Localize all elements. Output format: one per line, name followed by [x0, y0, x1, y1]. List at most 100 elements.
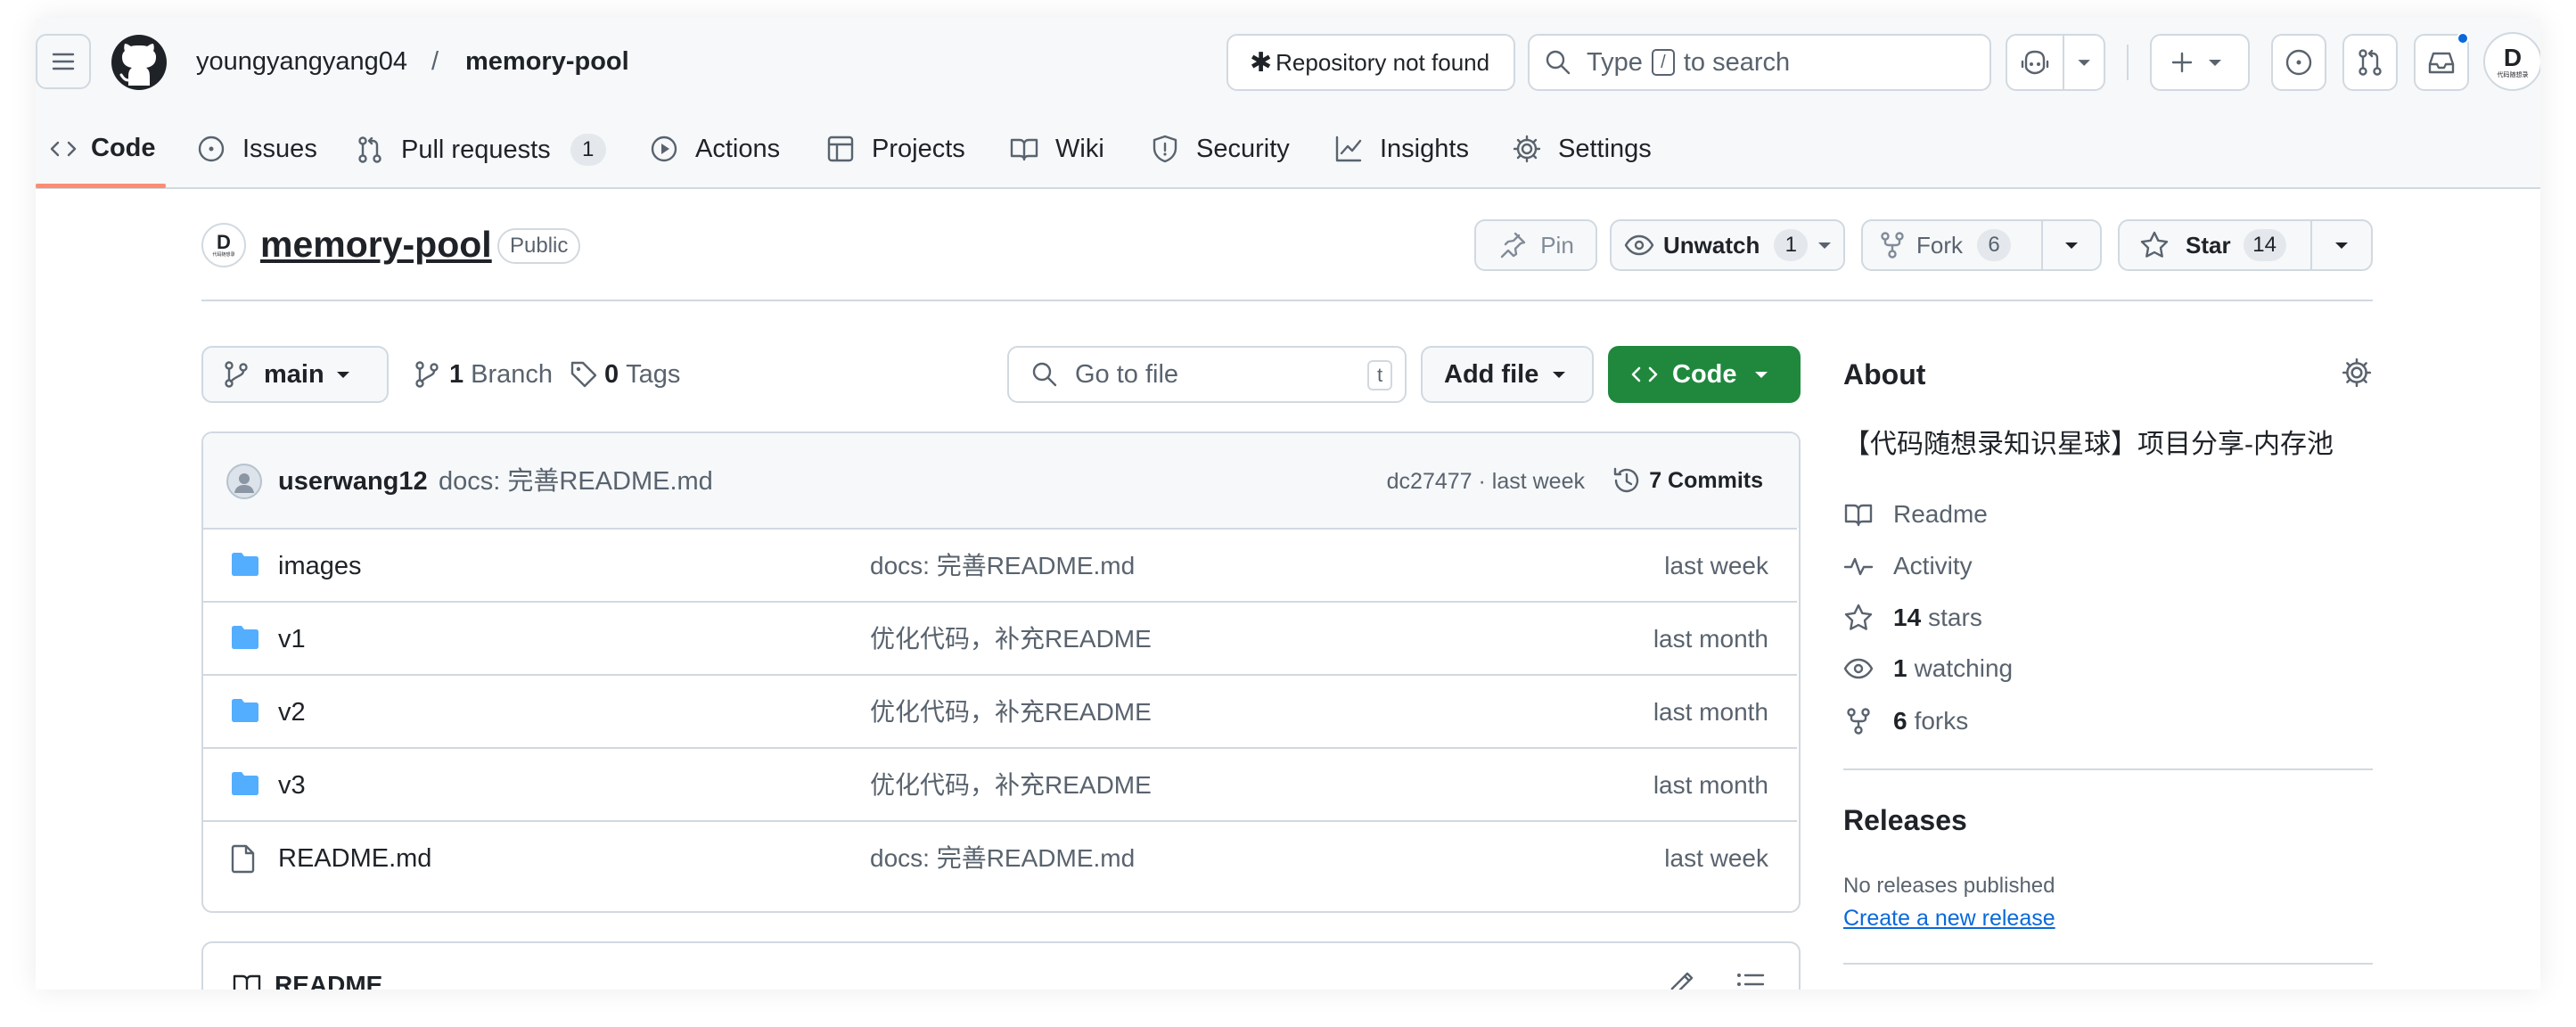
spark-icon: ✱: [1250, 47, 1273, 78]
file-name[interactable]: v1: [278, 627, 306, 653]
tab-wiki[interactable]: Wiki: [1009, 134, 1104, 164]
code-dropdown-button[interactable]: Code: [1608, 346, 1801, 403]
file-commit-message[interactable]: docs: 完善README.md: [870, 554, 1135, 579]
owner-link[interactable]: youngyangyang04: [196, 49, 407, 75]
commits-link[interactable]: 7 Commits: [1612, 465, 1763, 496]
file-row[interactable]: README.md docs: 完善README.md last week: [203, 820, 1797, 893]
file-commit-message[interactable]: 优化代码，补充README: [870, 773, 1152, 798]
book-icon: [1010, 138, 1038, 161]
tab-actions[interactable]: Actions: [649, 134, 780, 164]
go-to-file-input[interactable]: Go to file t: [1007, 346, 1407, 403]
file-row[interactable]: v3 优化代码，补充README last month: [203, 747, 1797, 820]
file-name[interactable]: README.md: [278, 846, 431, 872]
plus-icon: [2171, 52, 2193, 73]
repo-title[interactable]: memory-pool: [260, 226, 492, 263]
history-icon: [1613, 467, 1639, 493]
tab-settings-label: Settings: [1558, 134, 1652, 163]
file-row[interactable]: v2 优化代码，补充README last month: [203, 674, 1797, 747]
git-branch-icon: [225, 361, 248, 388]
git-branch-icon: [415, 361, 439, 388]
create-new-button[interactable]: [2150, 34, 2250, 91]
about-description: 【代码随想录知识星球】项目分享-内存池: [1843, 430, 2334, 459]
git-pull-request-icon: [358, 136, 381, 163]
activity-link[interactable]: Activity: [1843, 551, 1973, 581]
forks-link[interactable]: 6 forks: [1843, 706, 1968, 736]
readme-box: README: [201, 941, 1801, 990]
code-button-label: Code: [1672, 359, 1737, 389]
tab-security[interactable]: Security: [1150, 134, 1290, 164]
commit-author-avatar[interactable]: [226, 464, 262, 499]
github-logo-icon[interactable]: [111, 34, 168, 91]
go-to-file-shortcut: t: [1367, 360, 1392, 390]
search-shortcut-key: /: [1651, 49, 1675, 76]
watching-label: watching: [1914, 654, 2014, 682]
user-avatar[interactable]: D 代码随想录: [2483, 32, 2540, 91]
about-title: About: [1843, 358, 1926, 390]
copilot-button[interactable]: [2006, 34, 2105, 91]
repository-not-found-button[interactable]: ✱ Repository not found: [1226, 34, 1515, 91]
file-commit-message[interactable]: 优化代码，补充README: [870, 627, 1152, 652]
no-releases-text: No releases published: [1843, 874, 2055, 898]
tags-link[interactable]: 0 Tags: [569, 359, 680, 390]
pull-requests-count: 1: [570, 134, 606, 166]
readme-link[interactable]: Readme: [1843, 499, 1988, 530]
pencil-icon[interactable]: [1665, 968, 1697, 990]
repo-head-divider: [201, 300, 2373, 301]
add-file-button[interactable]: Add file: [1421, 346, 1594, 403]
star-icon: [1844, 604, 1873, 630]
menu-button[interactable]: [36, 34, 91, 89]
tab-issues[interactable]: Issues: [196, 134, 317, 164]
code-icon: [1631, 366, 1658, 382]
git-pull-request-icon: [2359, 49, 2382, 76]
chevron-down-icon: [2335, 242, 2348, 249]
tab-insights[interactable]: Insights: [1333, 134, 1469, 164]
stars-link[interactable]: 14 stars: [1843, 603, 1982, 633]
releases-divider: [1843, 963, 2373, 965]
issues-button[interactable]: [2271, 34, 2326, 91]
repo-link[interactable]: memory-pool: [465, 49, 629, 75]
watching-count: 1: [1893, 654, 1907, 682]
unwatch-button[interactable]: Unwatch 1: [1610, 219, 1845, 271]
pin-button[interactable]: Pin: [1474, 219, 1597, 271]
hamburger-icon: [52, 53, 75, 70]
gear-icon[interactable]: [2341, 357, 2373, 389]
tab-issues-label: Issues: [242, 134, 317, 163]
tab-projects-label: Projects: [872, 134, 965, 163]
commit-hash-time[interactable]: dc27477 · last week: [1387, 471, 1585, 493]
pull-requests-button[interactable]: [2342, 34, 2398, 91]
unwatch-label: Unwatch: [1663, 231, 1760, 259]
pin-icon: [1501, 232, 1526, 259]
fork-button[interactable]: Fork 6: [1861, 219, 2102, 271]
go-to-file-placeholder: Go to file: [1075, 359, 1179, 389]
file-row[interactable]: images docs: 完善README.md last week: [203, 528, 1797, 601]
create-release-link[interactable]: Create a new release: [1843, 908, 2055, 930]
file-name[interactable]: v2: [278, 700, 306, 726]
tab-code-label: Code: [91, 134, 156, 162]
file-name[interactable]: v3: [278, 773, 306, 799]
search-input[interactable]: Type / to search: [1528, 34, 1991, 91]
branch-selector[interactable]: main: [201, 346, 389, 403]
star-button[interactable]: Star 14: [2118, 219, 2373, 271]
commit-message[interactable]: docs: 完善README.md: [439, 469, 713, 495]
file-row[interactable]: v1 优化代码，补充README last month: [203, 601, 1797, 674]
branches-link[interactable]: 1 Branch: [414, 359, 553, 390]
file-commit-message[interactable]: 优化代码，补充README: [870, 700, 1152, 725]
tab-settings[interactable]: Settings: [1512, 134, 1652, 164]
fork-label: Fork: [1916, 231, 1963, 259]
list-unordered-icon[interactable]: [1735, 968, 1767, 990]
watching-link[interactable]: 1 watching: [1843, 654, 2013, 683]
tab-code[interactable]: Code: [48, 134, 156, 163]
tab-insights-label: Insights: [1380, 134, 1469, 163]
breadcrumb-separator: /: [431, 47, 439, 76]
branch-label: Branch: [471, 359, 554, 389]
tab-pull-requests[interactable]: Pull requests 1: [355, 134, 606, 166]
commit-author[interactable]: userwang12: [278, 469, 428, 495]
about-divider: [1843, 768, 2373, 770]
releases-title[interactable]: Releases: [1843, 806, 1967, 834]
inbox-icon: [2428, 52, 2455, 74]
chevron-down-icon: [2078, 60, 2090, 66]
latest-commit-bar: userwang12 docs: 完善README.md dc27477 · l…: [203, 433, 1799, 528]
tab-projects[interactable]: Projects: [825, 134, 965, 164]
file-commit-message[interactable]: docs: 完善README.md: [870, 846, 1135, 871]
file-name[interactable]: images: [278, 554, 362, 579]
